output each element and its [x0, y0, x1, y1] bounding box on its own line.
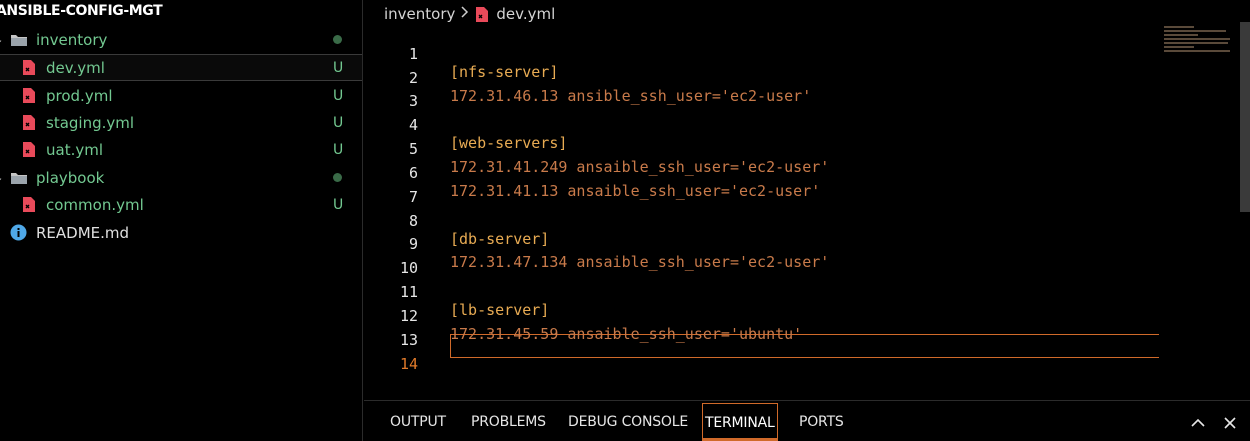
breadcrumb: inventory dev.yml	[384, 4, 555, 24]
tab-debug-console[interactable]: DEBUG CONSOLE	[568, 414, 688, 430]
tab-output[interactable]: OUTPUT	[390, 414, 446, 430]
breadcrumb-file[interactable]: dev.yml	[496, 5, 555, 23]
code-line[interactable]: 12 172.31.45.59 ansaible_ssh_user='ubunt…	[364, 289, 1250, 343]
tree-item-label: README.md	[36, 223, 130, 242]
tree-item-common-yml[interactable]: common.yml U	[0, 191, 362, 218]
git-status-badge: U	[333, 59, 344, 76]
code-line[interactable]: 1 [nfs-server]	[364, 27, 1250, 81]
tree-item-label: inventory	[36, 30, 108, 49]
vertical-scrollbar[interactable]	[1240, 22, 1250, 212]
git-status-dot	[333, 35, 342, 44]
tree-item-label: uat.yml	[46, 140, 104, 159]
tab-ports[interactable]: PORTS	[799, 414, 844, 430]
chevron-up-icon[interactable]	[1188, 413, 1208, 433]
chevron-down-icon: ⌄	[0, 171, 4, 184]
code-line[interactable]: 7	[364, 170, 1250, 206]
code-line-current[interactable]: 14	[364, 337, 1250, 373]
git-status-badge: U	[333, 114, 344, 131]
code-line[interactable]: 9 172.31.47.134 ansaible_ssh_user='ec2-u…	[364, 217, 1250, 271]
tree-item-label: prod.yml	[46, 86, 113, 105]
tree-item-dev-yml[interactable]: dev.yml U	[0, 54, 362, 81]
yaml-file-icon	[20, 196, 38, 214]
code-line[interactable]: 4 [web-servers]	[364, 98, 1250, 152]
minimap[interactable]	[1164, 26, 1234, 56]
tree-item-label: playbook	[36, 168, 105, 187]
breadcrumb-folder[interactable]: inventory	[384, 5, 455, 23]
folder-icon	[10, 169, 28, 187]
close-icon[interactable]	[1220, 413, 1240, 433]
code-line[interactable]: 2 172.31.46.13 ansible_ssh_user='ec2-use…	[364, 51, 1250, 105]
info-icon	[9, 224, 27, 242]
code-line[interactable]: 11 [lb-server]	[364, 265, 1250, 319]
code-editor[interactable]: inventory dev.yml 1 [nfs-server] 2 172.3…	[364, 0, 1250, 400]
tree-item-label: common.yml	[46, 195, 144, 214]
yaml-file-icon	[20, 87, 38, 105]
git-status-badge: U	[333, 141, 344, 158]
chevron-down-icon: ⌄	[0, 33, 4, 46]
tree-item-staging-yml[interactable]: staging.yml U	[0, 109, 362, 136]
tree-item-uat-yml[interactable]: uat.yml U	[0, 136, 362, 163]
yaml-file-icon	[20, 114, 38, 132]
code-line[interactable]: 3	[364, 74, 1250, 110]
folder-icon	[10, 31, 28, 49]
git-status-badge: U	[333, 196, 344, 213]
yaml-file-icon	[475, 6, 489, 23]
tab-problems[interactable]: PROBLEMS	[471, 414, 546, 430]
tree-item-prod-yml[interactable]: prod.yml U	[0, 82, 362, 109]
yaml-file-icon	[20, 141, 38, 159]
tree-item-label: staging.yml	[46, 113, 135, 132]
code-line[interactable]: 10	[364, 241, 1250, 277]
tab-terminal[interactable]: TERMINAL	[702, 403, 778, 441]
tree-item-playbook[interactable]: ⌄ playbook	[0, 164, 362, 191]
code-line[interactable]: 6 172.31.41.13 ansaible_ssh_user='ec2-us…	[364, 146, 1250, 200]
code-line[interactable]: 8 [db-server]	[364, 194, 1250, 248]
chevron-right-icon	[460, 5, 469, 23]
yaml-file-icon	[20, 59, 38, 77]
line-number: 14	[399, 355, 418, 373]
tree-item-inventory[interactable]: ⌄ inventory	[0, 26, 362, 53]
code-line[interactable]: 13	[364, 313, 1250, 349]
explorer-title[interactable]: ANSIBLE-CONFIG-MGT	[0, 3, 163, 19]
git-status-badge: U	[333, 87, 344, 104]
git-status-dot	[333, 173, 342, 182]
bottom-panel: OUTPUT PROBLEMS DEBUG CONSOLE TERMINAL P…	[364, 400, 1250, 441]
explorer-sidebar: ANSIBLE-CONFIG-MGT ⌄ inventory dev.yml U…	[0, 0, 363, 441]
tree-item-label: dev.yml	[46, 58, 105, 77]
code-line[interactable]: 5 172.31.41.249 ansaible_ssh_user='ec2-u…	[364, 122, 1250, 176]
tree-item-readme[interactable]: README.md	[0, 219, 362, 246]
